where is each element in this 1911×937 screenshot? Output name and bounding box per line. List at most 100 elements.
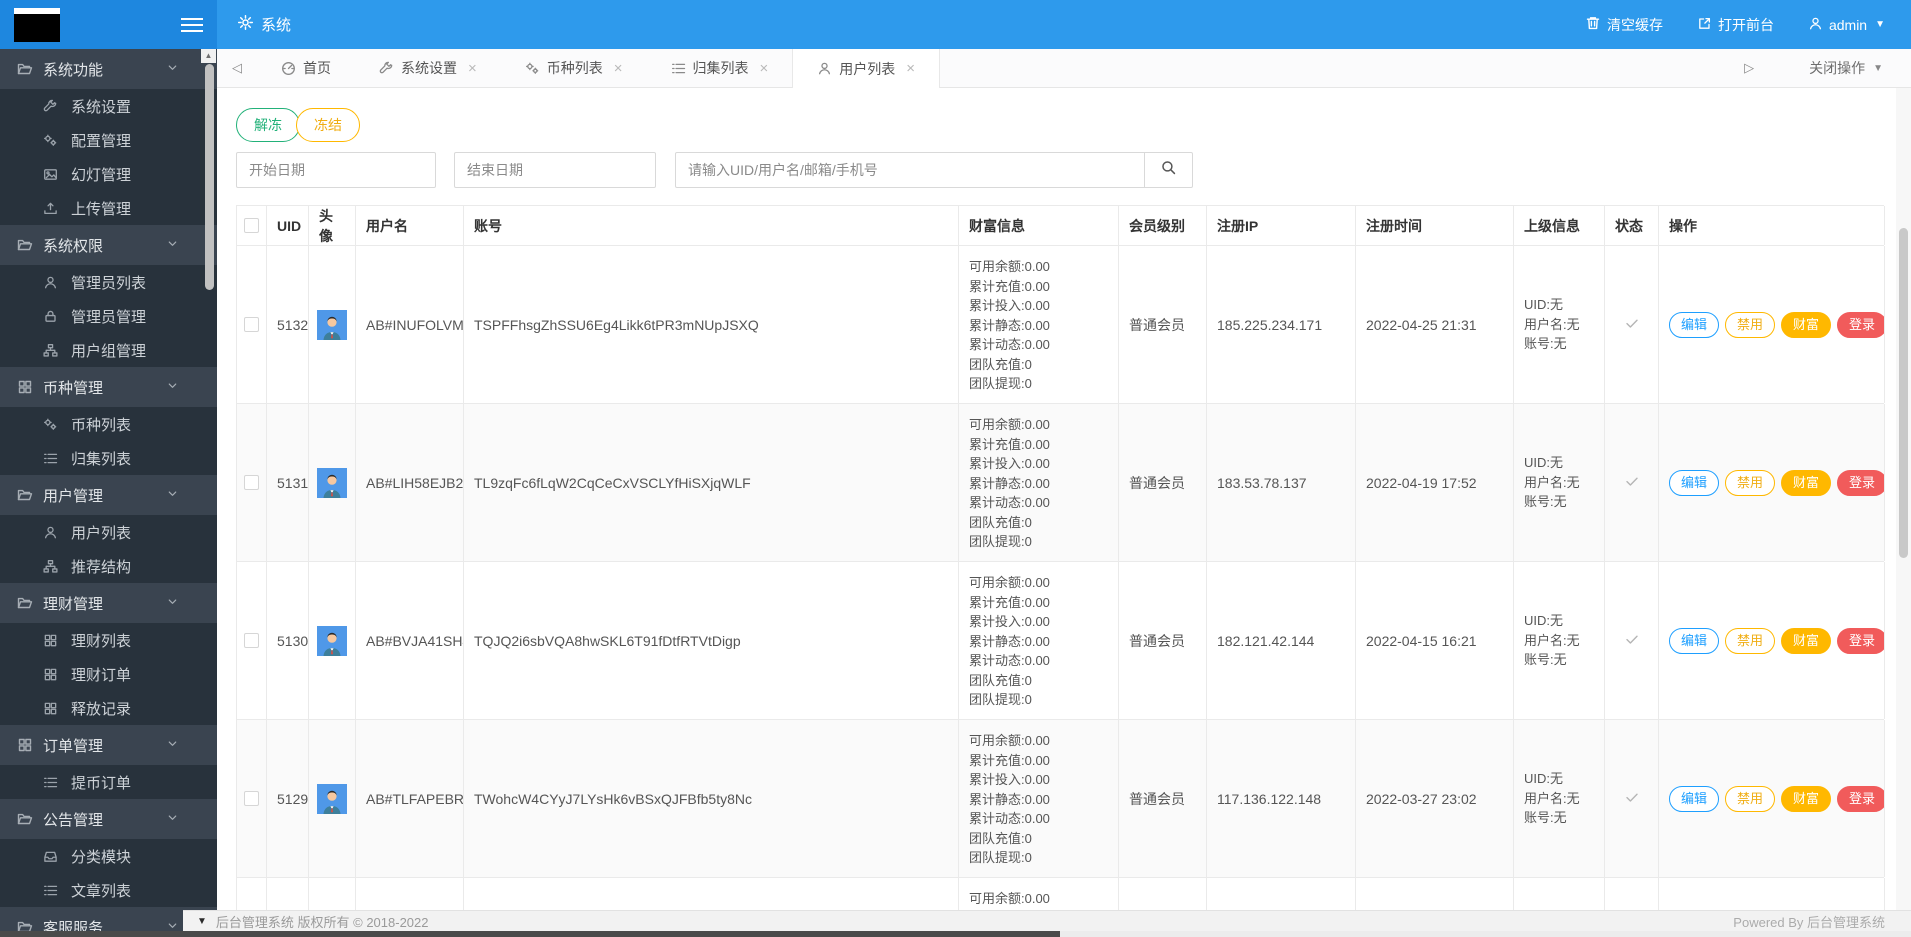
level-cell: 普通会员 [1119,720,1207,877]
sidebar-section-5[interactable]: 订单管理 [0,725,217,765]
sidebar-item-4-0[interactable]: 理财列表 [0,623,217,657]
tab-1[interactable]: 系统设置 × [355,49,501,87]
sitemap-icon [43,559,58,573]
footer-collapse-caret[interactable]: ▼ [197,916,207,927]
wealth-button[interactable]: 财富 [1781,627,1832,654]
status-check-icon [1624,631,1640,650]
disable-button[interactable]: 禁用 [1725,469,1776,496]
edit-button[interactable]: 编辑 [1669,311,1720,338]
disable-button[interactable]: 禁用 [1725,627,1776,654]
wrench-icon [43,99,57,111]
horizontal-scrollbar-thumb[interactable] [0,931,1060,937]
login-button[interactable]: 登录 [1837,785,1884,812]
user-avatar [317,783,347,814]
clear-cache-button[interactable]: 清空缓存 [1585,15,1663,35]
sidebar-item-2-1[interactable]: 归集列表 [0,441,217,475]
sidebar-item-6-0[interactable]: 分类模块 [0,839,217,873]
sidebar-item-1-0[interactable]: 管理员列表 [0,265,217,299]
sidebar-section-0[interactable]: 系统功能 [0,49,217,89]
close-icon[interactable]: × [906,60,915,77]
actions-cell: 编辑 禁用 财富 登录 [1659,404,1885,561]
select-all-checkbox[interactable] [244,218,259,233]
grid-icon [44,668,57,680]
sidebar-item-6-1[interactable]: 文章列表 [0,873,217,907]
sidebar-item-1-2[interactable]: 用户组管理 [0,333,217,367]
column-header-2: 头像 [309,206,356,245]
sidebar-scroll-up-arrow[interactable]: ▲ [201,49,216,63]
row-checkbox[interactable] [244,317,259,332]
search-button[interactable] [1144,153,1192,187]
superior-info: UID:无 用户名:无 账号:无 [1524,297,1580,352]
sidebar-item-4-1[interactable]: 理财订单 [0,657,217,691]
powered-by-text: Powered By 后台管理系统 [1733,914,1885,930]
tab-0[interactable]: 首页 [257,49,355,87]
sidebar: 系统功能 系统设置 配置管理 幻灯管理 上传管理 系统权限 管理员列表 管理员管理 用户组管理币… [0,49,217,937]
tab-4[interactable]: 用户列表 × [792,49,941,88]
sidebar-item-3-0[interactable]: 用户列表 [0,515,217,549]
sidebar-item-label: 推荐结构 [71,558,132,576]
sidebar-section-6[interactable]: 公告管理 [0,799,217,839]
login-button[interactable]: 登录 [1837,627,1884,654]
sidebar-item-0-0[interactable]: 系统设置 [0,89,217,123]
sidebar-item-4-2[interactable]: 释放记录 [0,691,217,725]
search-input[interactable] [676,153,1144,187]
row-checkbox[interactable] [244,791,259,806]
disable-button[interactable]: 禁用 [1725,785,1776,812]
vertical-scrollbar-thumb[interactable] [1899,228,1908,558]
close-icon[interactable]: × [760,60,769,77]
sidebar-item-3-1[interactable]: 推荐结构 [0,549,217,583]
tabs-scroll-right-button[interactable]: ▷ [1729,60,1769,76]
sidebar-scrollbar[interactable] [205,64,214,290]
wealth-button[interactable]: 财富 [1781,469,1832,496]
wealth-button[interactable]: 财富 [1781,785,1832,812]
open-frontend-button[interactable]: 打开前台 [1697,15,1774,35]
end-date-input[interactable] [454,152,656,188]
gear-icon [237,14,254,31]
checkbox-cell [237,562,267,719]
close-icon[interactable]: × [614,60,623,77]
sidebar-item-0-1[interactable]: 配置管理 [0,123,217,157]
sidebar-section-2[interactable]: 币种管理 [0,367,217,407]
sidebar-item-1-1[interactable]: 管理员管理 [0,299,217,333]
disable-button[interactable]: 禁用 [1725,311,1776,338]
sidebar-section-3[interactable]: 用户管理 [0,475,217,515]
start-date-input[interactable] [236,152,436,188]
edit-button[interactable]: 编辑 [1669,627,1720,654]
hamburger-menu-icon[interactable] [181,14,205,36]
grid-icon [44,702,57,714]
superior-info: UID:无 用户名:无 账号:无 [1524,455,1580,510]
close-icon[interactable]: × [468,60,477,77]
login-button[interactable]: 登录 [1837,311,1884,338]
login-button[interactable]: 登录 [1837,469,1884,496]
sidebar-section-1[interactable]: 系统权限 [0,225,217,265]
wealth-button[interactable]: 财富 [1781,311,1832,338]
vertical-scrollbar [1896,88,1911,931]
sidebar-item-0-3[interactable]: 上传管理 [0,191,217,225]
close-operations-dropdown[interactable]: 关闭操作 ▼ [1769,58,1911,78]
sidebar-section-4[interactable]: 理财管理 [0,583,217,623]
gears-icon [525,62,539,74]
edit-button[interactable]: 编辑 [1669,469,1720,496]
edit-button[interactable]: 编辑 [1669,785,1720,812]
row-checkbox[interactable] [244,475,259,490]
uid-cell: 5129 [267,720,309,877]
sidebar-item-0-2[interactable]: 幻灯管理 [0,157,217,191]
chevron-down-icon [168,64,177,70]
sidebar-section-label: 订单管理 [43,737,104,755]
sidebar-item-2-0[interactable]: 币种列表 [0,407,217,441]
tabs-scroll-left-button[interactable]: ◁ [217,49,257,87]
uid-cell: 5131 [267,404,309,561]
sidebar-item-5-0[interactable]: 提币订单 [0,765,217,799]
avatar-cell [309,720,356,877]
column-header-9: 上级信息 [1514,206,1605,245]
unfreeze-button[interactable]: 解冻 [236,108,300,142]
tab-3[interactable]: 归集列表 × [647,49,793,87]
header-actions: 清空缓存 打开前台 admin ▼ [1585,15,1885,35]
tab-2[interactable]: 币种列表 × [501,49,647,87]
trash-icon [1586,17,1600,30]
column-header-7: 注册IP [1207,206,1356,245]
admin-user-menu[interactable]: admin ▼ [1808,16,1885,34]
search-icon [1160,159,1177,181]
row-checkbox[interactable] [244,633,259,648]
freeze-button[interactable]: 冻结 [296,108,360,142]
